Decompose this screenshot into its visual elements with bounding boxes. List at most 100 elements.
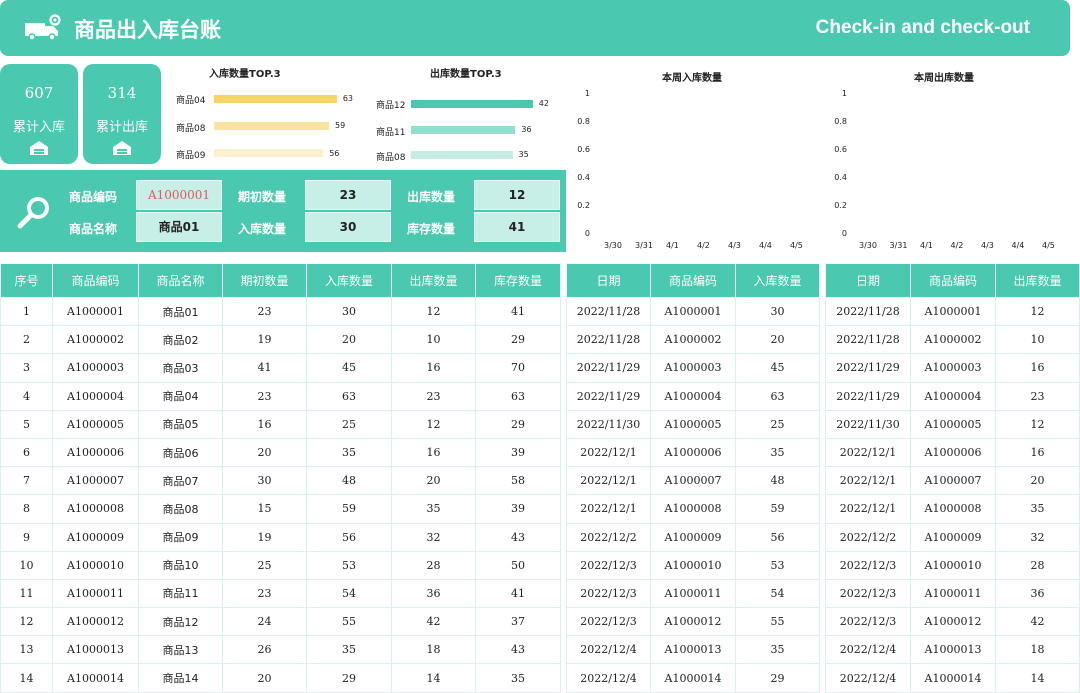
table-cell: 32 xyxy=(391,522,476,552)
table-cell: A1000007 xyxy=(52,466,139,496)
table-row[interactable]: 2022/11/28 A1000002 10 xyxy=(825,325,1080,355)
table-row[interactable]: 2022/12/3 A1000012 42 xyxy=(825,607,1080,637)
table-cell: A1000002 xyxy=(52,325,139,355)
table-cell: 9 xyxy=(0,522,53,552)
table-row[interactable]: 2022/12/4 A1000013 35 xyxy=(566,635,820,665)
column-header[interactable]: 商品名称 xyxy=(138,263,223,298)
column-header[interactable]: 入库数量 xyxy=(735,263,820,298)
table-row[interactable]: 2022/11/30 A1000005 25 xyxy=(566,409,820,439)
table-cell: 53 xyxy=(735,550,820,580)
table-cell: 15 xyxy=(222,494,307,524)
table-cell: 28 xyxy=(995,550,1080,580)
table-row[interactable]: 9 A1000009 商品09 19 56 32 43 xyxy=(0,522,561,552)
table-row[interactable]: 2022/11/28 A1000002 20 xyxy=(566,325,820,355)
table-cell: 35 xyxy=(306,635,392,665)
table-row[interactable]: 2022/12/3 A1000011 54 xyxy=(566,578,820,609)
column-header[interactable]: 商品编码 xyxy=(650,263,736,298)
column-header[interactable]: 日期 xyxy=(566,263,651,298)
table-cell: 2022/12/1 xyxy=(566,437,651,468)
top3-out-bar xyxy=(411,151,513,159)
table-cell: A1000008 xyxy=(52,494,139,524)
table-row[interactable]: 2022/11/29 A1000003 45 xyxy=(566,353,820,383)
table-row[interactable]: 11 A1000011 商品11 23 54 36 41 xyxy=(0,578,561,609)
out-value: 12 xyxy=(474,180,560,210)
table-row[interactable]: 2022/11/29 A1000004 23 xyxy=(825,381,1080,411)
column-header[interactable]: 日期 xyxy=(825,263,911,298)
table-row[interactable]: 2022/12/3 A1000010 28 xyxy=(825,550,1080,580)
table-cell: 2022/12/4 xyxy=(825,663,911,693)
column-header[interactable]: 期初数量 xyxy=(222,263,307,298)
table-row[interactable]: 8 A1000008 商品08 15 59 35 39 xyxy=(0,494,561,524)
table-row[interactable]: 2022/12/1 A1000006 35 xyxy=(566,437,820,468)
table-cell: A1000005 xyxy=(910,409,996,439)
column-header[interactable]: 出库数量 xyxy=(995,263,1080,298)
table-row[interactable]: 7 A1000007 商品07 30 48 20 58 xyxy=(0,466,561,496)
y-tick-label: 0.4 xyxy=(834,173,847,182)
table-cell: 12 xyxy=(391,409,476,439)
table-cell: 2022/11/29 xyxy=(566,353,651,383)
table-cell: A1000012 xyxy=(910,607,996,637)
table-row[interactable]: 2022/12/1 A1000008 35 xyxy=(825,494,1080,524)
table-row[interactable]: 2022/12/1 A1000007 48 xyxy=(566,466,820,496)
table-cell: 30 xyxy=(306,296,392,327)
table-row[interactable]: 2022/12/1 A1000006 16 xyxy=(825,437,1080,468)
table-cell: A1000004 xyxy=(650,381,736,411)
x-tick-label: 4/4 xyxy=(1011,241,1025,250)
table-row[interactable]: 6 A1000006 商品06 20 35 16 39 xyxy=(0,437,561,468)
table-row[interactable]: 12 A1000012 商品12 24 55 42 37 xyxy=(0,607,561,637)
table-row[interactable]: 2022/12/2 A1000009 32 xyxy=(825,522,1080,552)
warehouse-out-icon xyxy=(112,140,132,160)
x-tick-label: 4/2 xyxy=(697,241,710,250)
table-cell: 35 xyxy=(735,635,820,665)
table-row[interactable]: 2022/12/3 A1000011 36 xyxy=(825,578,1080,609)
table-cell: 25 xyxy=(306,409,392,439)
table-row[interactable]: 2 A1000002 商品02 19 20 10 29 xyxy=(0,325,561,355)
table-row[interactable]: 2022/12/4 A1000014 14 xyxy=(825,663,1080,693)
table-row[interactable]: 2022/12/3 A1000012 55 xyxy=(566,607,820,637)
product-lookup-panel: 商品编码 A1000001 商品名称 商品01 期初数量 23 入库数量 30 … xyxy=(0,170,566,252)
table-row[interactable]: 5 A1000005 商品05 16 25 12 29 xyxy=(0,409,561,439)
table-row[interactable]: 10 A1000010 商品10 25 53 28 50 xyxy=(0,550,561,580)
column-header[interactable]: 库存数量 xyxy=(475,263,561,298)
table-cell: A1000006 xyxy=(52,437,139,468)
table-row[interactable]: 2022/11/30 A1000005 12 xyxy=(825,409,1080,439)
table-cell: A1000010 xyxy=(650,550,736,580)
table-cell: 10 xyxy=(391,325,476,355)
table-row[interactable]: 4 A1000004 商品04 23 63 23 63 xyxy=(0,381,561,411)
table-row[interactable]: 2022/12/4 A1000014 29 xyxy=(566,663,820,693)
table-cell: 35 xyxy=(391,494,476,524)
table-row[interactable]: 1 A1000001 商品01 23 30 12 41 xyxy=(0,296,561,327)
table-row[interactable]: 2022/11/28 A1000001 12 xyxy=(825,296,1080,327)
table-cell: 2022/11/28 xyxy=(825,296,911,327)
table-cell: A1000013 xyxy=(650,635,736,665)
column-header[interactable]: 商品编码 xyxy=(52,263,139,298)
column-header[interactable]: 入库数量 xyxy=(306,263,392,298)
table-row[interactable]: 14 A1000014 商品14 20 29 14 35 xyxy=(0,663,561,693)
table-cell: 30 xyxy=(735,296,820,327)
column-header[interactable]: 出库数量 xyxy=(391,263,476,298)
table-cell: 1 xyxy=(0,296,53,327)
code-input[interactable]: A1000001 xyxy=(136,180,222,210)
table-cell: 商品04 xyxy=(138,381,223,411)
table-cell: 20 xyxy=(306,325,392,355)
name-value: 商品01 xyxy=(136,212,222,242)
table-cell: A1000001 xyxy=(52,296,139,327)
table-row[interactable]: 2022/11/29 A1000003 16 xyxy=(825,353,1080,383)
table-row[interactable]: 2022/12/4 A1000013 18 xyxy=(825,635,1080,665)
column-header[interactable]: 序号 xyxy=(0,263,53,298)
table-cell: 商品06 xyxy=(138,437,223,468)
table-row[interactable]: 13 A1000013 商品13 26 35 18 43 xyxy=(0,635,561,665)
top3-in-title: 入库数量TOP.3 xyxy=(209,69,281,80)
table-row[interactable]: 2022/12/1 A1000007 20 xyxy=(825,466,1080,496)
x-tick-label: 4/4 xyxy=(759,241,772,250)
table-row[interactable]: 2022/12/2 A1000009 56 xyxy=(566,522,820,552)
table-row[interactable]: 2022/12/3 A1000010 53 xyxy=(566,550,820,580)
x-tick-label: 4/2 xyxy=(950,241,964,250)
column-header[interactable]: 商品编码 xyxy=(910,263,996,298)
table-row[interactable]: 3 A1000003 商品03 41 45 16 70 xyxy=(0,353,561,383)
table-row[interactable]: 2022/11/28 A1000001 30 xyxy=(566,296,820,327)
table-cell: 23 xyxy=(222,381,307,411)
table-row[interactable]: 2022/12/1 A1000008 59 xyxy=(566,494,820,524)
table-row[interactable]: 2022/11/29 A1000004 63 xyxy=(566,381,820,411)
table-cell: A1000011 xyxy=(52,578,139,609)
